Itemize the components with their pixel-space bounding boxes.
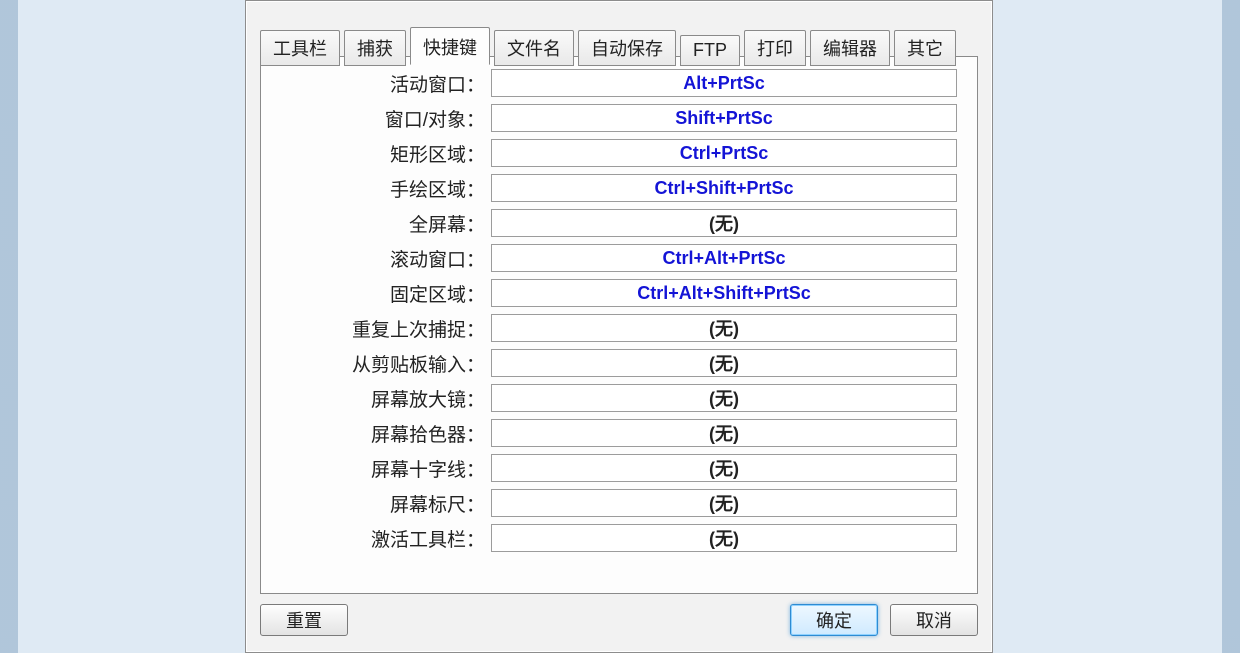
tab-capture[interactable]: 捕获 bbox=[344, 30, 406, 66]
hotkey-row-rect-region: 矩形区域： Ctrl+PrtSc bbox=[281, 139, 957, 167]
hotkey-row-window-object: 窗口/对象： Shift+PrtSc bbox=[281, 104, 957, 132]
hotkey-row-scrolling-window: 滚动窗口： Ctrl+Alt+PrtSc bbox=[281, 244, 957, 272]
ok-button[interactable]: 确定 bbox=[790, 604, 878, 636]
hotkey-field-from-clipboard[interactable]: (无) bbox=[491, 349, 957, 377]
hotkey-field-fixed-region[interactable]: Ctrl+Alt+Shift+PrtSc bbox=[491, 279, 957, 307]
tab-ftp[interactable]: FTP bbox=[680, 35, 740, 66]
hotkey-value-from-clipboard: (无) bbox=[709, 350, 739, 376]
hotkey-field-freehand-region[interactable]: Ctrl+Shift+PrtSc bbox=[491, 174, 957, 202]
hotkey-value-rect-region: Ctrl+PrtSc bbox=[680, 143, 769, 164]
hotkey-field-scrolling-window[interactable]: Ctrl+Alt+PrtSc bbox=[491, 244, 957, 272]
tab-other[interactable]: 其它 bbox=[894, 30, 956, 66]
hotkey-value-window-object: Shift+PrtSc bbox=[675, 108, 773, 129]
hotkey-row-ruler: 屏幕标尺： (无) bbox=[281, 489, 957, 517]
hotkey-label-magnifier: 屏幕放大镜： bbox=[281, 385, 491, 412]
hotkey-field-crosshair[interactable]: (无) bbox=[491, 454, 957, 482]
hotkey-field-magnifier[interactable]: (无) bbox=[491, 384, 957, 412]
hotkey-row-active-window: 活动窗口： Alt+PrtSc bbox=[281, 69, 957, 97]
options-dialog: 工具栏捕获快捷键文件名自动保存FTP打印编辑器其它 活动窗口： Alt+PrtSc… bbox=[245, 0, 993, 653]
hotkey-field-color-picker[interactable]: (无) bbox=[491, 419, 957, 447]
hotkey-row-freehand-region: 手绘区域： Ctrl+Shift+PrtSc bbox=[281, 174, 957, 202]
reset-button[interactable]: 重置 bbox=[260, 604, 348, 636]
hotkey-field-repeat-last[interactable]: (无) bbox=[491, 314, 957, 342]
hotkey-label-active-window: 活动窗口： bbox=[281, 70, 491, 97]
hotkey-row-magnifier: 屏幕放大镜： (无) bbox=[281, 384, 957, 412]
tab-toolbar[interactable]: 工具栏 bbox=[260, 30, 340, 66]
tabpanel-hotkeys: 活动窗口： Alt+PrtSc 窗口/对象： Shift+PrtSc 矩形区域： Ctrl… bbox=[260, 56, 978, 594]
hotkey-value-ruler: (无) bbox=[709, 490, 739, 516]
hotkey-label-color-picker: 屏幕拾色器： bbox=[281, 420, 491, 447]
tab-print[interactable]: 打印 bbox=[744, 30, 806, 66]
hotkey-label-rect-region: 矩形区域： bbox=[281, 140, 491, 167]
hotkey-field-active-window[interactable]: Alt+PrtSc bbox=[491, 69, 957, 97]
hotkey-label-freehand-region: 手绘区域： bbox=[281, 175, 491, 202]
hotkey-field-window-object[interactable]: Shift+PrtSc bbox=[491, 104, 957, 132]
hotkey-value-activate-toolbar: (无) bbox=[709, 525, 739, 551]
hotkey-label-crosshair: 屏幕十字线： bbox=[281, 455, 491, 482]
hotkey-label-from-clipboard: 从剪贴板输入： bbox=[281, 350, 491, 377]
tab-hotkeys[interactable]: 快捷键 bbox=[410, 27, 490, 65]
hotkey-value-fixed-region: Ctrl+Alt+Shift+PrtSc bbox=[637, 283, 811, 304]
hotkey-row-color-picker: 屏幕拾色器： (无) bbox=[281, 419, 957, 447]
hotkey-label-scrolling-window: 滚动窗口： bbox=[281, 245, 491, 272]
hotkey-row-from-clipboard: 从剪贴板输入： (无) bbox=[281, 349, 957, 377]
hotkey-field-full-screen[interactable]: (无) bbox=[491, 209, 957, 237]
hotkey-value-active-window: Alt+PrtSc bbox=[683, 73, 765, 94]
hotkey-field-activate-toolbar[interactable]: (无) bbox=[491, 524, 957, 552]
hotkey-row-full-screen: 全屏幕： (无) bbox=[281, 209, 957, 237]
hotkey-value-magnifier: (无) bbox=[709, 385, 739, 411]
tab-filename[interactable]: 文件名 bbox=[494, 30, 574, 66]
hotkey-row-repeat-last: 重复上次捕捉： (无) bbox=[281, 314, 957, 342]
hotkey-value-crosshair: (无) bbox=[709, 455, 739, 481]
tab-autosave[interactable]: 自动保存 bbox=[578, 30, 676, 66]
hotkey-label-ruler: 屏幕标尺： bbox=[281, 490, 491, 517]
hotkey-value-freehand-region: Ctrl+Shift+PrtSc bbox=[654, 178, 793, 199]
hotkey-value-color-picker: (无) bbox=[709, 420, 739, 446]
hotkey-rows: 活动窗口： Alt+PrtSc 窗口/对象： Shift+PrtSc 矩形区域： Ctrl… bbox=[281, 69, 957, 552]
hotkey-field-ruler[interactable]: (无) bbox=[491, 489, 957, 517]
cancel-button[interactable]: 取消 bbox=[890, 604, 978, 636]
hotkey-value-repeat-last: (无) bbox=[709, 315, 739, 341]
hotkey-row-fixed-region: 固定区域： Ctrl+Alt+Shift+PrtSc bbox=[281, 279, 957, 307]
hotkey-label-activate-toolbar: 激活工具栏： bbox=[281, 525, 491, 552]
hotkey-label-repeat-last: 重复上次捕捉： bbox=[281, 315, 491, 342]
hotkey-row-activate-toolbar: 激活工具栏： (无) bbox=[281, 524, 957, 552]
tab-editor[interactable]: 编辑器 bbox=[810, 30, 890, 66]
tabstrip: 工具栏捕获快捷键文件名自动保存FTP打印编辑器其它 bbox=[260, 27, 956, 65]
hotkey-value-full-screen: (无) bbox=[709, 210, 739, 236]
hotkey-value-scrolling-window: Ctrl+Alt+PrtSc bbox=[662, 248, 785, 269]
dialog-button-bar: 重置 确定 取消 bbox=[260, 600, 978, 640]
hotkey-label-fixed-region: 固定区域： bbox=[281, 280, 491, 307]
hotkey-row-crosshair: 屏幕十字线： (无) bbox=[281, 454, 957, 482]
hotkey-label-full-screen: 全屏幕： bbox=[281, 210, 491, 237]
hotkey-label-window-object: 窗口/对象： bbox=[281, 105, 491, 132]
hotkey-field-rect-region[interactable]: Ctrl+PrtSc bbox=[491, 139, 957, 167]
